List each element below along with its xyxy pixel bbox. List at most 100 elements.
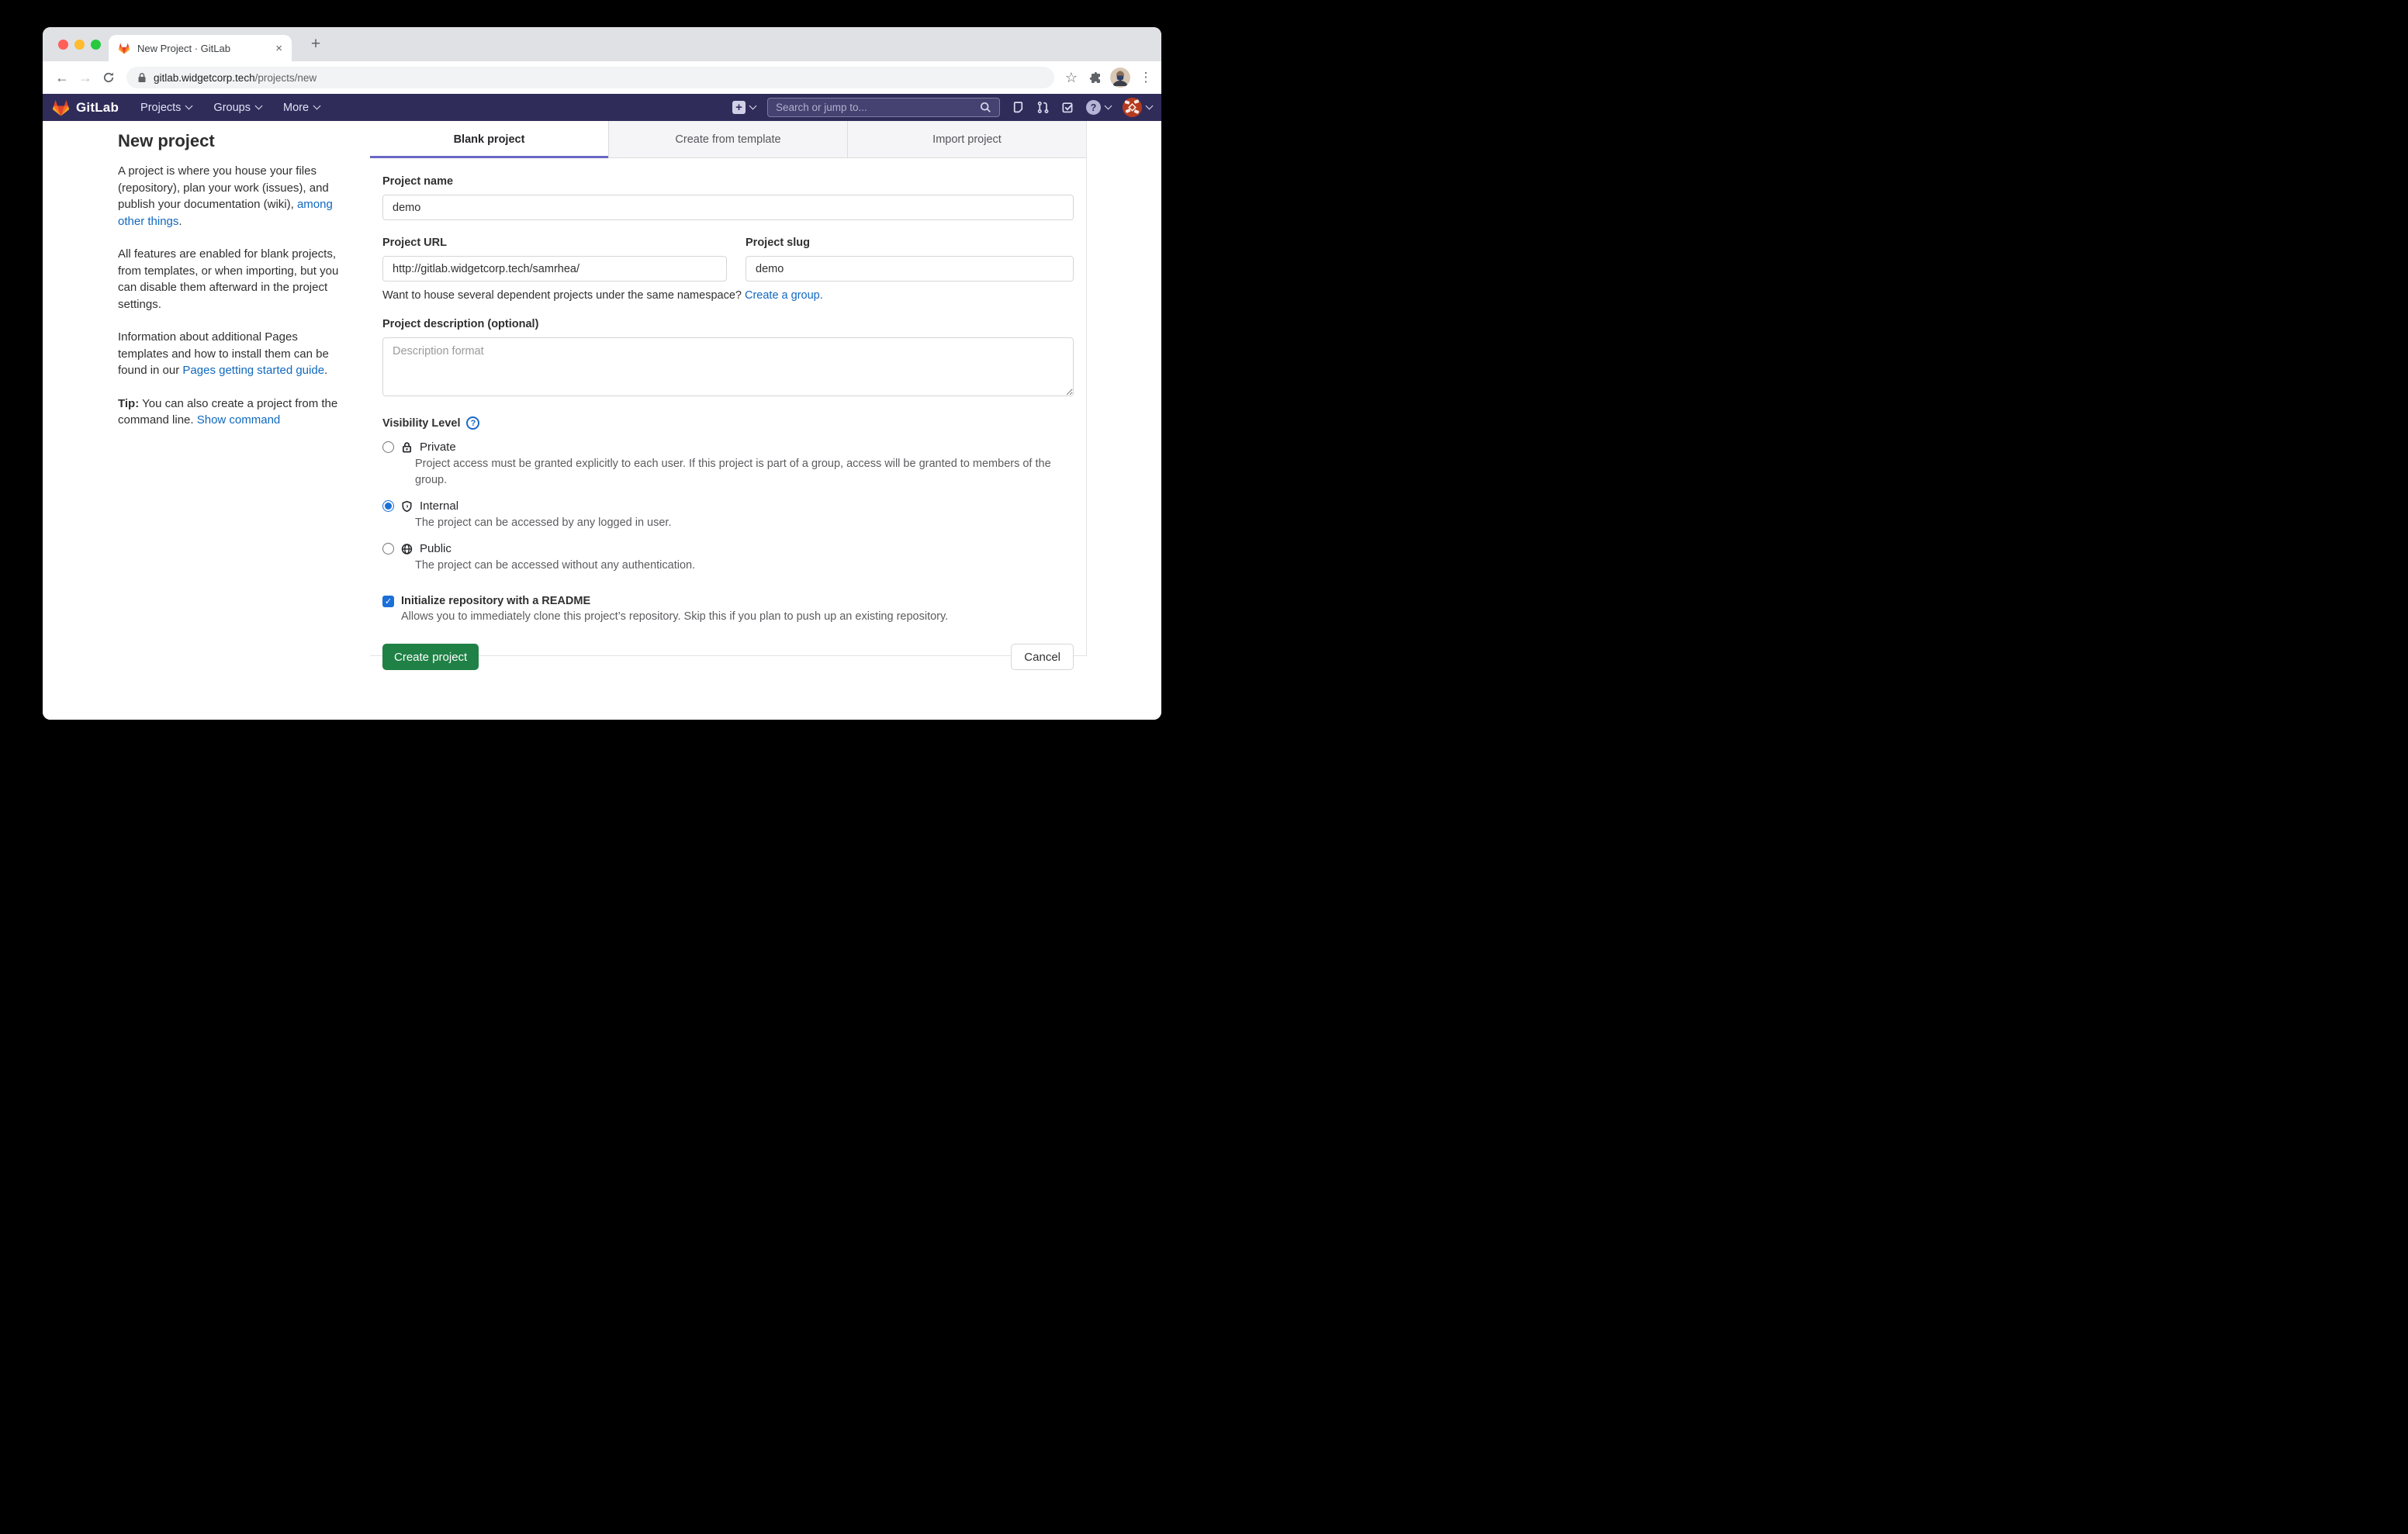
- reload-icon: [102, 71, 115, 84]
- tab-create-from-template[interactable]: Create from template: [608, 121, 847, 157]
- project-url-label: Project URL: [382, 237, 727, 249]
- private-radio[interactable]: [382, 441, 394, 453]
- project-slug-input[interactable]: [746, 256, 1074, 282]
- project-url-input[interactable]: [382, 256, 727, 282]
- private-option-description: Project access must be granted explicitl…: [415, 456, 1074, 489]
- shield-icon: [401, 500, 413, 513]
- new-tab-button[interactable]: +: [305, 33, 327, 55]
- forward-button[interactable]: →: [74, 66, 97, 89]
- tab-title: New Project · GitLab: [137, 43, 268, 54]
- gitlab-navbar: GitLab Projects Groups More +: [43, 94, 1161, 121]
- merge-request-icon: [1036, 101, 1050, 114]
- browser-menu-icon[interactable]: ⋮: [1138, 70, 1154, 85]
- gitlab-wordmark: GitLab: [76, 100, 119, 116]
- page-content: New project A project is where you house…: [43, 121, 1161, 720]
- tip-label: Tip:: [118, 397, 139, 410]
- help-icon: ?: [1086, 100, 1101, 115]
- public-option-label: Public: [420, 542, 452, 555]
- back-button[interactable]: ←: [50, 66, 74, 89]
- address-bar[interactable]: gitlab.widgetcorp.tech/projects/new: [126, 67, 1054, 88]
- issues-button[interactable]: [1012, 101, 1025, 114]
- user-avatar: [1123, 98, 1142, 117]
- browser-profile-avatar[interactable]: [1110, 67, 1130, 88]
- lock-icon: [401, 441, 413, 454]
- traffic-light-minimize-button[interactable]: [74, 40, 85, 50]
- project-description-textarea[interactable]: [382, 337, 1074, 396]
- url-host: gitlab.widgetcorp.tech: [154, 72, 255, 84]
- project-name-input[interactable]: [382, 195, 1074, 220]
- visibility-option-private: Private Project access must be granted e…: [382, 441, 1074, 489]
- browser-toolbar: ← → gitlab.widgetcorp.tech/projects/new …: [43, 61, 1161, 94]
- extensions-icon[interactable]: [1089, 71, 1102, 85]
- merge-requests-button[interactable]: [1036, 101, 1050, 114]
- todos-button[interactable]: [1061, 101, 1074, 114]
- issues-icon: [1012, 101, 1025, 114]
- create-project-button[interactable]: Create project: [382, 644, 479, 670]
- internal-radio[interactable]: [382, 500, 394, 512]
- internal-option-label: Internal: [420, 499, 458, 513]
- url-slug-row: Project URL Project slug: [382, 237, 1074, 282]
- visibility-help-icon[interactable]: ?: [466, 416, 479, 430]
- namespace-hint-text: Want to house several dependent projects…: [382, 289, 745, 302]
- new-project-intro: New project A project is where you house…: [118, 131, 341, 445]
- traffic-light-close-button[interactable]: [58, 40, 68, 50]
- tab-close-icon[interactable]: ×: [275, 43, 282, 54]
- public-option-description: The project can be accessed without any …: [415, 558, 1074, 574]
- visibility-option-internal: Internal The project can be accessed by …: [382, 499, 1074, 531]
- readme-checkbox[interactable]: ✓: [382, 596, 394, 607]
- intro-p1-period: .: [178, 215, 182, 228]
- nav-menu-groups[interactable]: Groups: [213, 102, 261, 114]
- browser-tab-strip: New Project · GitLab × +: [43, 27, 1161, 61]
- url-text: gitlab.widgetcorp.tech/projects/new: [154, 72, 317, 84]
- chevron-down-icon: [1146, 102, 1154, 110]
- intro-tip: Tip: You can also create a project from …: [118, 396, 341, 429]
- help-menu-button[interactable]: ?: [1086, 100, 1111, 115]
- intro-paragraph-3: Information about additional Pages templ…: [118, 329, 341, 379]
- chevron-down-icon: [1105, 102, 1112, 110]
- bookmark-star-icon[interactable]: ☆: [1061, 70, 1081, 86]
- chevron-down-icon: [185, 102, 193, 110]
- gitlab-home-link[interactable]: GitLab: [52, 99, 119, 116]
- description-block: Project description (optional): [382, 318, 1074, 400]
- navbar-right: +: [732, 98, 1152, 117]
- internal-option-description: The project can be accessed by any logge…: [415, 515, 1074, 531]
- nav-menu-more[interactable]: More: [283, 102, 320, 114]
- nav-menu-projects[interactable]: Projects: [140, 102, 192, 114]
- search-icon: [980, 102, 991, 113]
- project-slug-label: Project slug: [746, 237, 1074, 249]
- project-name-label: Project name: [382, 175, 1074, 188]
- blank-project-form: Project name Project URL Project slug Wa…: [370, 158, 1086, 670]
- search-input[interactable]: [776, 102, 980, 113]
- url-path: /projects/new: [255, 72, 317, 84]
- cancel-button[interactable]: Cancel: [1011, 644, 1074, 670]
- page-title: New project: [118, 131, 341, 151]
- browser-window: New Project · GitLab × + ← → gitlab.widg…: [43, 27, 1161, 720]
- new-menu-button[interactable]: +: [732, 101, 756, 114]
- toolbar-right: ☆ ⋮: [1061, 67, 1154, 88]
- intro-paragraph-1: A project is where you house your files …: [118, 163, 341, 230]
- public-radio[interactable]: [382, 543, 394, 555]
- visibility-option-public: Public The project can be accessed witho…: [382, 542, 1074, 574]
- show-command-link[interactable]: Show command: [197, 413, 281, 427]
- private-option-label: Private: [420, 441, 456, 454]
- user-menu-button[interactable]: [1123, 98, 1152, 117]
- pages-guide-link[interactable]: Pages getting started guide: [182, 364, 324, 377]
- nav-menu-groups-label: Groups: [213, 102, 251, 114]
- gitlab-favicon-icon: [118, 43, 130, 54]
- tab-import-project[interactable]: Import project: [847, 121, 1086, 157]
- tab-blank-project[interactable]: Blank project: [370, 121, 608, 157]
- project-description-label: Project description (optional): [382, 318, 1074, 330]
- readme-label: Initialize repository with a README: [401, 595, 590, 607]
- namespace-hint: Want to house several dependent projects…: [382, 289, 1074, 302]
- readme-description: Allows you to immediately clone this pro…: [401, 610, 1074, 623]
- browser-tab[interactable]: New Project · GitLab ×: [109, 35, 292, 61]
- chevron-down-icon: [255, 102, 263, 110]
- reload-button[interactable]: [97, 66, 120, 89]
- traffic-light-zoom-button[interactable]: [91, 40, 101, 50]
- readme-section: ✓ Initialize repository with a README Al…: [382, 595, 1074, 623]
- intro-paragraph-2: All features are enabled for blank proje…: [118, 246, 341, 313]
- nav-menu-more-label: More: [283, 102, 309, 114]
- create-a-group-link[interactable]: Create a group.: [745, 289, 823, 302]
- intro-p3-period: .: [324, 364, 327, 377]
- global-search[interactable]: [767, 98, 1000, 117]
